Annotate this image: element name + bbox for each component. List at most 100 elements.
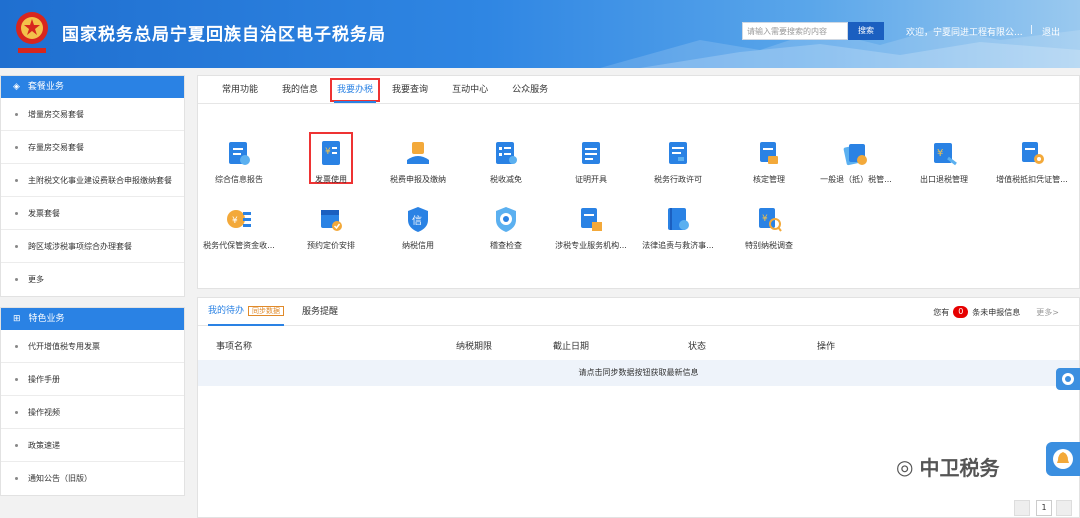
service-assessment[interactable]: 核定管理: [725, 138, 813, 185]
package-group-header[interactable]: ◈ 套餐业务: [1, 76, 184, 98]
pager-page-number[interactable]: 1: [1036, 500, 1052, 516]
certificate-icon: [582, 142, 600, 164]
tab-interaction[interactable]: 互动中心: [440, 76, 500, 103]
law-book-icon: [668, 208, 689, 230]
sidebar-item-label: 操作手册: [28, 374, 60, 384]
sidebar-item[interactable]: 政策速递: [1, 429, 184, 462]
license-icon: [669, 142, 687, 164]
tab-my-todo[interactable]: 我的待办 同步数据: [208, 298, 285, 326]
export-money-icon: ¥: [934, 143, 957, 166]
service-tax-relief[interactable]: 税收减免: [462, 138, 550, 185]
service-panel: 常用功能 我的信息 我要办税 我要查询 互动中心 公众服务 综合信息报告 ¥ 发…: [197, 75, 1080, 289]
coin-stack-icon: ¥: [227, 210, 251, 228]
tab-service-reminder[interactable]: 服务提醒: [302, 299, 338, 325]
gear-document-icon: [1022, 142, 1044, 164]
tab-label: 我的待办: [208, 305, 245, 316]
service-label: 法律追责与救济事...: [642, 241, 714, 250]
column-status: 状态: [688, 342, 707, 352]
watermark: ◎ 中卫税务: [896, 452, 999, 481]
building-document-icon: [581, 208, 602, 231]
sidebar-item[interactable]: 代开增值税专用发票: [1, 330, 184, 363]
sidebar-item[interactable]: 主附税文化事业建设费联合申报缴纳套餐: [1, 164, 184, 197]
special-group-header[interactable]: ⊞ 特色业务: [1, 308, 184, 330]
svg-text:¥: ¥: [232, 216, 238, 226]
service-certificate[interactable]: 证明开具: [547, 138, 635, 185]
more-link[interactable]: 更多>: [1036, 307, 1059, 318]
sidebar-item-label: 代开增值税专用发票: [28, 341, 100, 351]
sidebar-item-label: 跨区域涉税事项综合办理套餐: [28, 241, 132, 251]
column-tax-period: 纳税期限: [456, 342, 493, 352]
service-legal[interactable]: 法律追责与救济事...: [634, 204, 722, 251]
service-label: 税收减免: [490, 175, 522, 184]
service-invoice-use[interactable]: ¥ 发票使用: [309, 132, 353, 184]
column-item-name: 事项名称: [216, 342, 253, 352]
checklist-icon: [496, 142, 517, 164]
cards-refund-icon: [843, 144, 867, 166]
assistant-float-button[interactable]: [1046, 442, 1080, 476]
service-admin-license[interactable]: 税务行政许可: [634, 138, 722, 185]
grid-icon: ⊞: [13, 314, 21, 324]
service-inspection[interactable]: 稽查检查: [462, 204, 550, 251]
welcome-user[interactable]: 欢迎，宁夏同进工程有限公...: [906, 25, 1023, 38]
search-document-icon: ¥: [759, 208, 782, 232]
service-label: 综合信息报告: [215, 175, 263, 184]
bullet-icon: [15, 112, 18, 116]
service-export-refund[interactable]: ¥ 出口退税管理: [900, 138, 988, 185]
bullet-icon: [15, 410, 18, 414]
sidebar-item[interactable]: 操作手册: [1, 363, 184, 396]
calendar-check-icon: [321, 210, 342, 231]
todo-panel: 我的待办 同步数据 服务提醒 您有 0 条未申报信息 更多> 事项名称 纳税期限 …: [197, 297, 1080, 518]
sidebar: ◈ 套餐业务 增量房交易套餐 存量房交易套餐 主附税文化事业建设费联合申报缴纳套…: [0, 75, 185, 506]
svg-text:信: 信: [412, 215, 422, 227]
service-escrow[interactable]: ¥ 税务代保管资金收...: [195, 204, 283, 251]
service-label: 一般退（抵）税管...: [820, 175, 892, 184]
tab-my-info[interactable]: 我的信息: [270, 76, 330, 103]
service-label: 纳税信用: [402, 241, 434, 250]
search-button[interactable]: 搜索: [848, 22, 884, 40]
service-label: 增值税抵扣凭证管...: [996, 175, 1068, 184]
bullet-icon: [15, 443, 18, 447]
tab-query[interactable]: 我要查询: [380, 76, 440, 103]
service-label: 预约定价安排: [307, 241, 355, 250]
sidebar-item[interactable]: 存量房交易套餐: [1, 131, 184, 164]
sidebar-item-label: 更多: [28, 275, 44, 284]
svg-text:¥: ¥: [325, 147, 331, 157]
service-special-investigation[interactable]: ¥ 特别纳税调查: [725, 204, 813, 251]
service-credit[interactable]: 信 纳税信用: [374, 204, 462, 251]
sync-data-button[interactable]: 同步数据: [248, 305, 285, 316]
sidebar-item[interactable]: 跨区域涉税事项综合办理套餐: [1, 230, 184, 263]
tab-tax-handling[interactable]: 我要办税: [330, 78, 381, 103]
service-declaration[interactable]: 税费申报及缴纳: [374, 138, 462, 185]
service-professional[interactable]: 涉税专业服务机构...: [547, 204, 635, 251]
service-label: 税务行政许可: [654, 175, 702, 184]
logout-link[interactable]: 退出: [1042, 25, 1060, 38]
service-label: 稽查检查: [490, 241, 522, 250]
bullet-icon: [15, 477, 18, 480]
sidebar-item[interactable]: 通知公告（旧版）: [1, 462, 184, 495]
sidebar-item[interactable]: 发票套餐: [1, 197, 184, 230]
service-vat-deduction[interactable]: 增值税抵扣凭证管...: [988, 138, 1076, 185]
sidebar-item-more[interactable]: 更多: [1, 263, 184, 296]
pager-next-button[interactable]: [1056, 500, 1072, 516]
column-action: 操作: [817, 342, 836, 352]
search-input[interactable]: 请输入需要搜索的内容: [742, 22, 848, 40]
svg-text:¥: ¥: [937, 148, 943, 159]
service-label: 核定管理: [753, 175, 785, 184]
sidebar-item[interactable]: 增量房交易套餐: [1, 98, 184, 131]
sidebar-item[interactable]: 操作视频: [1, 396, 184, 429]
service-label: 税务代保管资金收...: [203, 241, 275, 250]
customer-service-float-button[interactable]: [1056, 368, 1080, 390]
service-tax-refund[interactable]: 一般退（抵）税管...: [812, 138, 900, 185]
bullet-icon: [15, 377, 18, 381]
tab-common[interactable]: 常用功能: [210, 76, 270, 103]
service-pricing[interactable]: 预约定价安排: [287, 204, 375, 251]
pager-prev-button[interactable]: [1014, 500, 1030, 516]
site-header: 国家税务总局宁夏回族自治区电子税务局 请输入需要搜索的内容 搜索 欢迎，宁夏同进…: [0, 0, 1080, 68]
group-title: 套餐业务: [27, 82, 64, 92]
service-label: 证明开具: [575, 175, 607, 184]
service-info-report[interactable]: 综合信息报告: [195, 138, 283, 185]
bell-icon: [1053, 449, 1073, 469]
wechat-icon: ◎: [896, 454, 914, 479]
service-label: 涉税专业服务机构...: [555, 241, 627, 250]
tab-public-service[interactable]: 公众服务: [500, 76, 560, 103]
